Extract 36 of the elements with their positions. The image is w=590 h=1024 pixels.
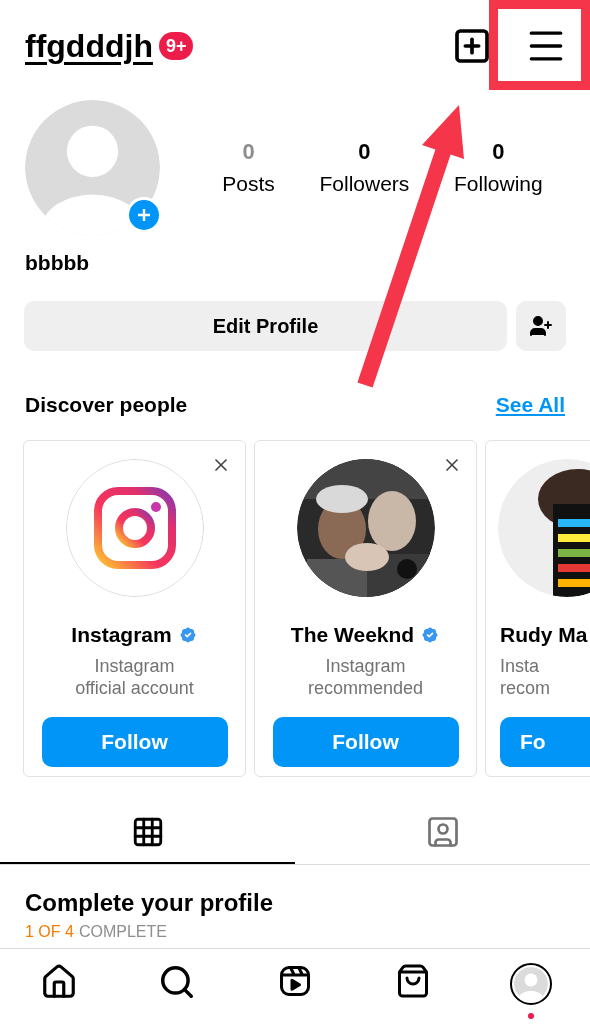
progress-label: COMPLETE — [78, 923, 167, 941]
verified-icon — [420, 624, 441, 645]
account-subtitle: official account — [75, 676, 194, 699]
stat-label[interactable]: Posts — [222, 168, 275, 200]
account-subtitle: Instagram — [324, 654, 407, 677]
edit-profile-button[interactable]: Edit Profile — [24, 300, 507, 351]
account-name: Instagram — [71, 622, 172, 648]
stat-label[interactable]: Followers — [319, 168, 410, 200]
username[interactable]: ffgdddjh — [25, 22, 153, 70]
stat-value: 0 — [492, 138, 505, 167]
stat-value: 0 — [358, 138, 371, 167]
camera-logo-icon — [92, 486, 177, 570]
home-icon[interactable] — [40, 963, 78, 1001]
profile-avatar[interactable] — [510, 963, 552, 1005]
account-name: Rudy Ma — [500, 622, 588, 648]
reels-icon[interactable] — [277, 963, 313, 999]
bag-icon[interactable] — [395, 963, 431, 999]
create-icon[interactable] — [452, 26, 492, 66]
complete-title: Complete your profile — [24, 888, 275, 918]
stat-label[interactable]: Following — [453, 168, 543, 200]
account-subtitle: recom — [500, 676, 550, 699]
account-subtitle: recommended — [307, 676, 424, 699]
progress-count: 1 OF 4 — [25, 923, 74, 941]
add-person-icon[interactable] — [529, 313, 553, 338]
account-subtitle: Insta — [500, 654, 541, 677]
nav-avatar-drawing — [514, 967, 548, 1001]
search-icon[interactable] — [158, 963, 196, 1001]
account-name: The Weeknd — [290, 622, 415, 648]
plus-icon[interactable] — [137, 208, 151, 222]
account-subtitle: Instagram — [93, 654, 176, 677]
notification-badge: 9+ — [158, 32, 194, 60]
stat-value: 0 — [242, 138, 255, 167]
add-person-button[interactable] — [516, 300, 566, 351]
display-name: bbbbb — [24, 250, 91, 276]
verified-icon — [177, 624, 198, 645]
section-title: Discover people — [25, 391, 189, 418]
